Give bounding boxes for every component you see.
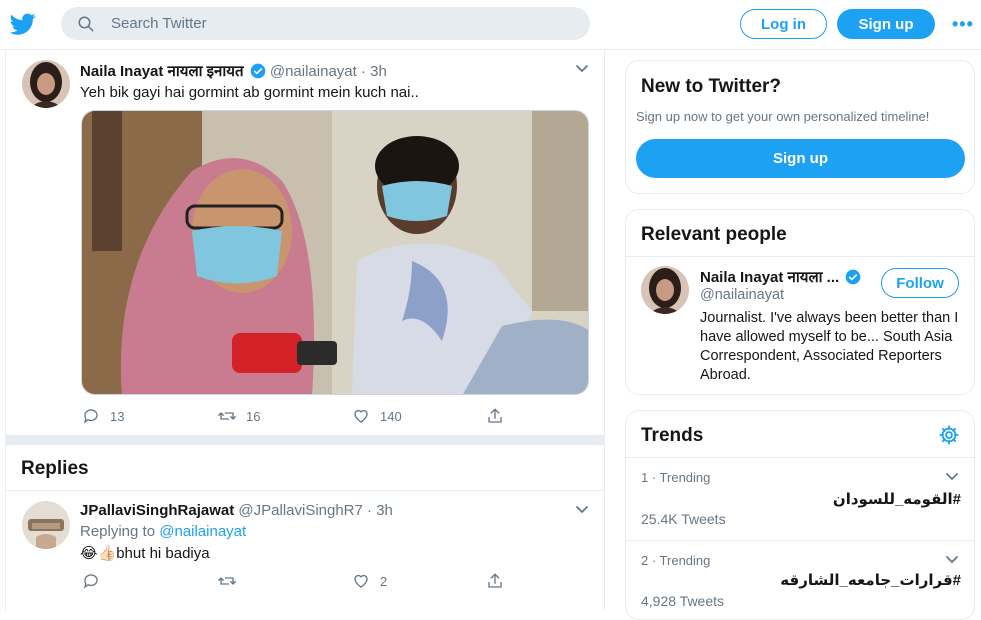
heart-icon — [354, 574, 368, 588]
reply-text: 😂👍🏻bhut hi badiya — [80, 545, 210, 562]
replying-to-link[interactable]: @nailainayat — [159, 523, 246, 540]
person-bio: Journalist. I've always been better than… — [700, 310, 959, 383]
tweet-time[interactable]: · 3h — [361, 63, 387, 80]
trend-meta: 2 · Trending — [641, 553, 711, 568]
retweet-icon — [218, 577, 236, 585]
retweet-icon — [218, 412, 236, 420]
reply-author-handle[interactable]: @JPallaviSinghR7 — [238, 502, 362, 519]
chevron-down-icon[interactable] — [945, 555, 959, 565]
signup-button[interactable]: Sign up — [837, 9, 935, 39]
person-handle[interactable]: @nailainayat — [700, 287, 784, 303]
reply-time[interactable]: · 3h — [367, 502, 393, 519]
like-action[interactable]: 140 — [352, 407, 402, 425]
chevron-down-icon[interactable] — [575, 505, 589, 515]
avatar-image — [22, 60, 70, 108]
trends-card: Trends 1 · Trending #القومه_للسودان 25.4… — [625, 410, 975, 620]
twitter-bird-icon[interactable] — [10, 11, 36, 37]
share-action[interactable] — [486, 572, 514, 590]
author-handle[interactable]: @nailainayat — [270, 63, 357, 80]
reply-action[interactable] — [82, 572, 110, 590]
person-avatar[interactable] — [641, 266, 689, 314]
replying-prefix: Replying to — [80, 523, 160, 540]
trend-name[interactable]: #قرارات_جامعه_الشارقه — [780, 571, 961, 589]
tweet-actions: 13 16 140 — [82, 407, 582, 427]
trend-meta: 1 · Trending — [641, 470, 711, 485]
login-button[interactable]: Log in — [740, 9, 827, 39]
more-icon[interactable]: ••• — [952, 14, 974, 35]
reply-count: 13 — [110, 408, 125, 424]
avatar[interactable] — [22, 60, 70, 108]
like-count: 2 — [380, 573, 388, 589]
trend-count: 25.4K Tweets — [641, 511, 726, 527]
media-photo — [82, 111, 588, 394]
trend-count: 4,928 Tweets — [641, 593, 725, 609]
author-name[interactable]: Naila Inayat नायला इनायत — [80, 63, 244, 80]
sidebar-signup-button[interactable]: Sign up — [636, 139, 965, 178]
search-box[interactable] — [61, 7, 590, 40]
heart-icon — [354, 409, 368, 423]
search-icon — [78, 16, 94, 32]
card-title: Trends — [641, 425, 704, 446]
trend-item[interactable]: 1 · Trending #القومه_للسودان 25.4K Tweet… — [626, 458, 974, 540]
verified-badge-icon — [846, 269, 861, 285]
chevron-down-icon[interactable] — [945, 472, 959, 482]
reply-avatar[interactable] — [22, 501, 70, 549]
tweet-author[interactable]: Naila Inayat नायला इनायत @nailainayat · … — [80, 61, 387, 81]
reply-icon — [83, 574, 98, 589]
retweet-action[interactable] — [218, 572, 246, 590]
follow-button[interactable]: Follow — [881, 268, 959, 298]
new-to-twitter-card: New to Twitter? Sign up now to get your … — [625, 60, 975, 194]
replies-heading: Replies — [21, 458, 89, 479]
like-count: 140 — [380, 408, 402, 424]
card-subtitle: Sign up now to get your own personalized… — [636, 109, 930, 124]
top-header: Log in Sign up ••• — [0, 0, 981, 50]
person-name-text[interactable]: Naila Inayat नायला ... — [700, 269, 839, 286]
chevron-down-icon[interactable] — [575, 64, 589, 74]
reply-action[interactable]: 13 — [82, 407, 124, 425]
main-column: Naila Inayat नायला इनायत @nailainayat · … — [5, 50, 605, 610]
avatar-image — [22, 501, 70, 549]
share-action[interactable] — [486, 407, 514, 425]
person-name[interactable]: Naila Inayat नायला ... — [700, 267, 861, 287]
replying-to: Replying to @nailainayat — [80, 523, 246, 540]
card-title: New to Twitter? — [641, 76, 782, 97]
retweet-action[interactable]: 16 — [218, 407, 260, 425]
card-title: Relevant people — [641, 224, 787, 245]
like-action[interactable]: 2 — [352, 572, 387, 590]
reply-icon — [83, 409, 98, 424]
reply-author-name[interactable]: JPallaviSinghRajawat — [80, 502, 234, 519]
divider — [626, 256, 974, 257]
trend-item[interactable]: 2 · Trending #قرارات_جامعه_الشارقه 4,928… — [626, 541, 974, 619]
avatar-image — [641, 266, 689, 314]
reply-actions: 2 — [82, 572, 582, 592]
relevant-people-card: Relevant people Naila Inayat नायला ... @… — [625, 209, 975, 395]
section-divider — [6, 435, 604, 445]
reply-tweet[interactable]: JPallaviSinghRajawat @JPallaviSinghR7 · … — [6, 491, 604, 610]
share-icon — [488, 573, 502, 588]
search-input[interactable] — [111, 7, 571, 40]
tweet-text: Yeh bik gayi hai gormint ab gormint mein… — [80, 84, 419, 101]
gear-icon[interactable] — [938, 424, 960, 446]
verified-badge-icon — [250, 63, 266, 79]
retweet-count: 16 — [246, 408, 261, 424]
tweet-media-image[interactable] — [81, 110, 589, 395]
reply-author[interactable]: JPallaviSinghRajawat @JPallaviSinghR7 · … — [80, 502, 393, 519]
share-icon — [488, 408, 502, 423]
trend-name[interactable]: #القومه_للسودان — [833, 490, 961, 508]
